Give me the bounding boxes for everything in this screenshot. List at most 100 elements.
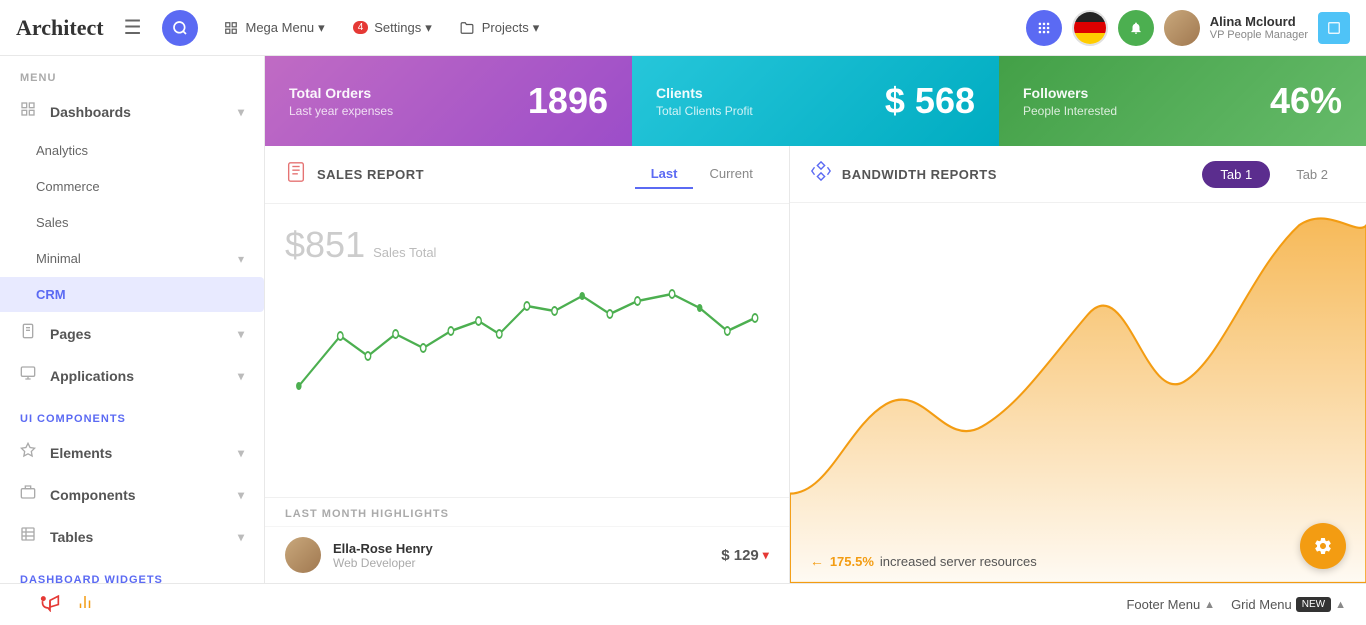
tables-chevron: ▾ [238,530,244,544]
amount-value: $ 129 [721,547,759,564]
settings-chevron: ▾ [425,20,432,36]
bandwidth-header: BANDWIDTH REPORTS Tab 1 Tab 2 [790,146,1366,203]
user-role: VP People Manager [1210,29,1308,41]
highlight-item: Ella-Rose Henry Web Developer $ 129 ▾ [265,526,789,583]
sidebar-item-tables[interactable]: Tables ▾ [0,516,264,557]
avatar [1164,10,1200,46]
sales-chart-area: $851 Sales Total [265,204,789,497]
tab-last[interactable]: Last [635,160,694,189]
footer: Footer Menu ▲ Grid Menu NEW ▲ [0,583,1366,625]
megaphone-icon[interactable] [40,592,60,618]
hamburger-icon[interactable]: ☰ [124,15,142,40]
sidebar-item-components[interactable]: Components ▾ [0,474,264,515]
grid-menu-label: Grid Menu [1231,597,1292,612]
mega-menu-item[interactable]: Mega Menu ▾ [214,14,335,42]
user-name: Alina Mclourd [1210,14,1308,29]
pages-icon [20,323,40,344]
grid-icon-button[interactable] [1026,10,1062,46]
sales-panel: SALES REPORT Last Current $851 Sales Tot… [265,146,790,583]
highlight-person: Ella-Rose Henry Web Developer [333,541,433,570]
main-layout: MENU Dashboards ▾ Analytics Commerce Sal… [0,56,1366,583]
bandwidth-title: BANDWIDTH REPORTS [842,167,997,182]
dashboards-label: Dashboards [50,104,131,120]
sidebar-item-applications[interactable]: Applications ▾ [0,355,264,396]
components-icon [20,484,40,505]
new-badge: NEW [1296,597,1331,612]
nav-right: Alina Mclourd VP People Manager [1026,10,1350,46]
settings-item[interactable]: 4 Settings ▾ [343,14,442,42]
elements-icon [20,442,40,463]
sidebar-item-analytics[interactable]: Analytics [0,133,264,168]
chart-icon[interactable] [76,593,94,616]
language-flag-button[interactable] [1072,10,1108,46]
tab-current[interactable]: Current [693,160,768,189]
minimal-label: Minimal [36,251,81,266]
square-button[interactable] [1318,12,1350,44]
nav-menu: Mega Menu ▾ 4 Settings ▾ Projects ▾ [214,14,1026,42]
clients-value: $ 568 [885,80,975,122]
bw-percent: 175.5% [830,554,874,569]
projects-item[interactable]: Projects ▾ [450,14,550,42]
clients-sub: Total Clients Profit [656,104,753,118]
notifications-button[interactable] [1118,10,1154,46]
applications-label: Applications [50,368,134,384]
components-chevron: ▾ [238,488,244,502]
content-area: Total Orders Last year expenses 1896 Cli… [265,56,1366,583]
followers-value: 46% [1270,80,1342,122]
sidebar-item-dashboards[interactable]: Dashboards ▾ [0,91,264,132]
stat-cards: Total Orders Last year expenses 1896 Cli… [265,56,1366,146]
sales-report-icon [285,161,307,189]
search-button[interactable] [162,10,198,46]
bandwidth-icon [810,160,832,188]
sales-report-title: SALES REPORT [317,167,424,182]
sidebar-item-pages[interactable]: Pages ▾ [0,313,264,354]
clients-title: Clients [656,85,753,101]
logo: Architect [16,15,104,41]
applications-chevron: ▾ [238,369,244,383]
sales-label: Sales [36,215,69,230]
ui-components-label: UI COMPONENTS [0,397,264,431]
sidebar-item-crm[interactable]: CRM [0,277,264,312]
sidebar-item-elements[interactable]: Elements ▾ [0,432,264,473]
bw-tab-1[interactable]: Tab 1 [1202,161,1270,188]
tables-icon [20,526,40,547]
footer-menu-chevron: ▲ [1204,599,1215,611]
sidebar: MENU Dashboards ▾ Analytics Commerce Sal… [0,56,265,583]
minimal-chevron: ▾ [238,252,244,266]
sidebar-item-minimal[interactable]: Minimal ▾ [0,241,264,276]
amount-arrow: ▾ [763,548,769,562]
applications-icon [20,365,40,386]
tables-label: Tables [50,529,93,545]
grid-menu-chevron: ▲ [1335,599,1346,611]
pages-label: Pages [50,326,91,342]
elements-label: Elements [50,445,112,461]
grid-menu-link[interactable]: Grid Menu NEW ▲ [1231,597,1346,612]
menu-section-label: MENU [0,56,264,90]
followers-left: Followers People Interested [1023,85,1117,118]
projects-label: Projects [482,20,529,35]
highlight-amount: $ 129 ▾ [721,547,769,564]
total-orders-sub: Last year expenses [289,104,393,118]
sales-chart [285,276,769,416]
footer-menu-label: Footer Menu [1126,597,1200,612]
components-label: Components [50,487,136,503]
crm-label: CRM [36,287,66,302]
gear-fab-button[interactable] [1300,523,1346,569]
bandwidth-tabs: Tab 1 Tab 2 [1202,161,1346,188]
sales-tabs: Last Current [635,160,769,189]
sales-total-label: Sales Total [373,245,436,260]
stat-card-total-orders: Total Orders Last year expenses 1896 [265,56,632,146]
bw-arrow-icon: ← [810,553,824,569]
sidebar-item-sales[interactable]: Sales [0,205,264,240]
footer-menu-link[interactable]: Footer Menu ▲ [1126,597,1215,612]
total-orders-value: 1896 [528,80,608,122]
mega-menu-label: Mega Menu [246,20,315,35]
clients-left: Clients Total Clients Profit [656,85,753,118]
bandwidth-panel: BANDWIDTH REPORTS Tab 1 Tab 2 [790,146,1366,583]
sidebar-item-commerce[interactable]: Commerce [0,169,264,204]
analytics-label: Analytics [36,143,88,158]
dashboards-chevron: ▾ [238,105,244,119]
highlight-role: Web Developer [333,556,433,570]
mega-menu-chevron: ▾ [318,20,325,36]
bw-tab-2[interactable]: Tab 2 [1278,161,1346,188]
